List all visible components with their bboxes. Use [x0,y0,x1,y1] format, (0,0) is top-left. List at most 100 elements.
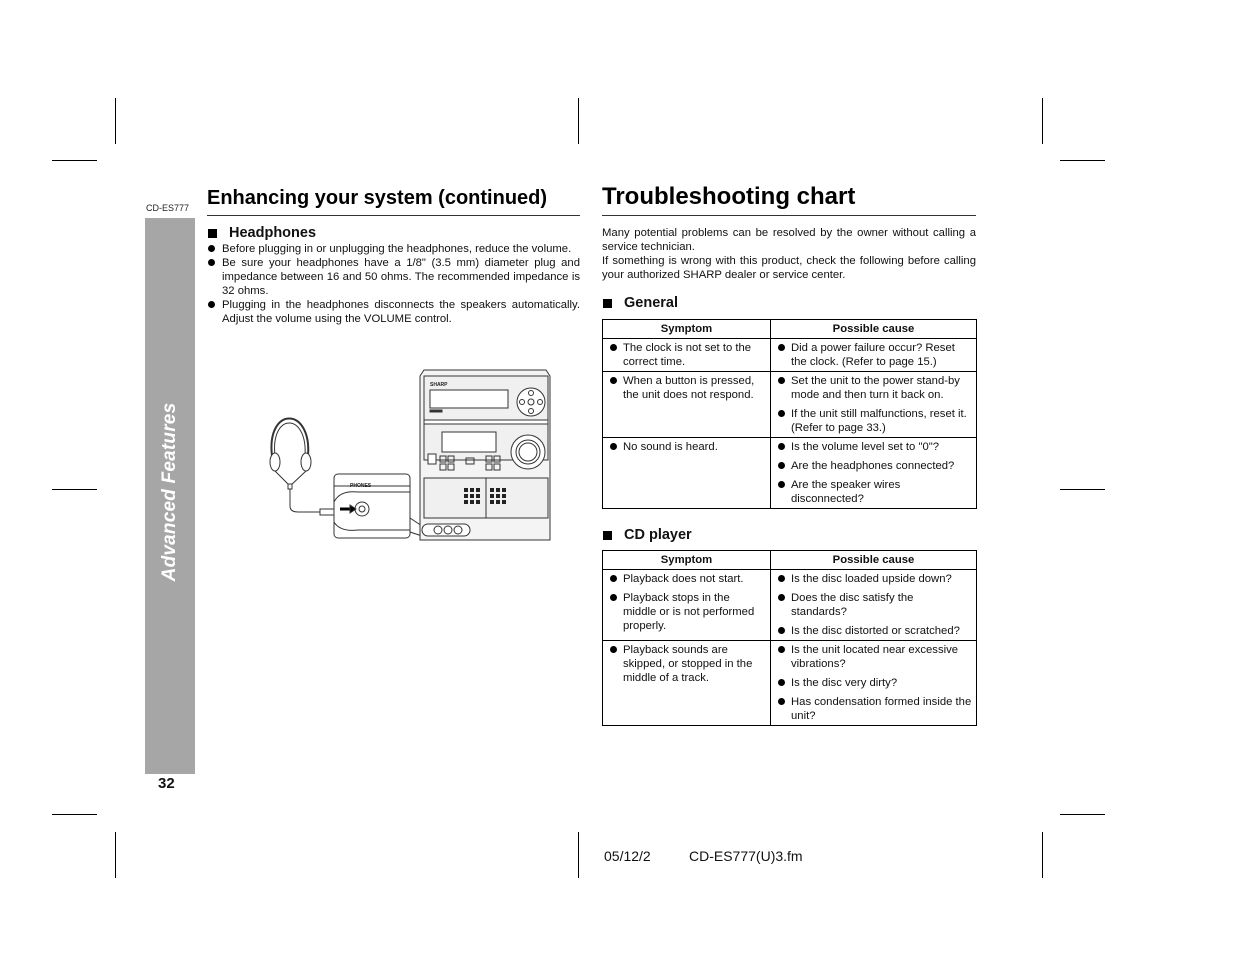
table-header-row: Symptom Possible cause [602,319,977,339]
item-text: Is the volume level set to "0"? [791,441,940,453]
column-header-cause: Possible cause [770,550,977,570]
bullet-icon [610,377,617,384]
crop-mark [115,98,116,144]
bullet-icon [610,594,617,601]
column-header-symptom: Symptom [602,550,771,570]
intro-text: Many potential problems can be resolved … [602,226,976,282]
bullet-icon [778,462,785,469]
square-bullet-icon [603,530,612,540]
cause-item: If the unit still malfunctions, reset it… [775,407,972,435]
left-page-title: Enhancing your system (continued) [207,187,548,209]
cd-player-table: Symptom Possible cause Playback does not s… [602,550,977,726]
bullet-icon [778,679,785,686]
square-bullet-icon [208,228,217,238]
cause-item: Is the disc very dirty? [775,676,972,690]
crop-mark [1060,814,1105,815]
symptom-item: Playback does not start. [607,572,766,586]
item-text: Does the disc satisfy the standards? [791,592,914,618]
bullet-icon [208,259,215,266]
cause-cell: Is the volume level set to "0"? Are the h… [770,437,977,509]
headphones-heading-text: Headphones [229,225,317,241]
symptom-cell: No sound is heard. [602,437,771,509]
intro-paragraph: Many potential problems can be resolved … [602,227,976,253]
table-row: The clock is not set to the correct time… [602,338,977,372]
symptom-cell: Playback does not start. Playback stops i… [602,569,771,641]
bullet-icon [778,575,785,582]
column-header-symptom: Symptom [602,319,771,339]
section-label: Advanced Features [159,402,180,582]
cause-item: Set the unit to the power stand-by mode … [775,374,972,402]
crop-mark [115,832,116,878]
bullet-icon [778,627,785,634]
general-heading-text: General [624,295,678,311]
crop-mark [1060,160,1105,161]
list-item: Before plugging in or unplugging the hea… [207,242,580,256]
phones-jack-panel [333,473,429,539]
general-table: Symptom Possible cause The clock is not se… [602,319,977,509]
symptom-item: Playback stops in the middle or is not p… [607,591,766,633]
bullet-icon [778,481,785,488]
crop-mark [52,814,97,815]
item-text: Playback sounds are skipped, or stopped … [623,644,753,684]
page-number: 32 [158,775,175,792]
crop-mark [52,160,97,161]
general-heading: General [603,295,678,311]
bullet-icon [610,344,617,351]
item-text: Set the unit to the power stand-by mode … [791,375,960,401]
stereo-unit [419,369,551,541]
headphones-heading: Headphones [208,225,316,241]
crop-mark [578,832,579,878]
square-bullet-icon [603,298,612,308]
symptom-item: When a button is pressed, the unit does … [607,374,766,402]
bullet-icon [610,443,617,450]
item-text: Is the unit located near excessive vibra… [791,644,959,670]
item-text: Playback stops in the middle or is not p… [623,592,755,632]
crop-mark [1060,489,1105,490]
bullet-icon [778,698,785,705]
cd-player-heading: CD player [603,527,692,543]
headphones-notes: Before plugging in or unplugging the hea… [207,242,580,326]
bullet-icon [778,646,785,653]
cause-item: Are the speaker wires disconnected? [775,478,972,506]
symptom-item: The clock is not set to the correct time… [607,341,766,369]
bullet-icon [778,377,785,384]
cause-cell: Did a power failure occur? Reset the clo… [770,338,977,372]
item-text: Has condensation formed inside the unit? [791,696,972,722]
model-tag: CD-ES777 [146,203,190,213]
phones-label: PHONES [350,483,372,489]
bullet-icon [778,410,785,417]
cause-cell: Is the unit located near excessive vibra… [770,640,977,726]
cause-item: Is the disc loaded upside down? [775,572,972,586]
item-text: Is the disc distorted or scratched? [791,625,960,637]
table-row: Playback does not start. Playback stops i… [602,569,977,641]
list-item-text: Before plugging in or unplugging the hea… [222,243,572,255]
headphones-connection-illustration: PHONES SHARP [269,369,551,541]
symptom-item: No sound is heard. [607,440,766,454]
table-header-row: Symptom Possible cause [602,550,977,570]
item-text: No sound is heard. [623,441,718,453]
bullet-icon [778,443,785,450]
cause-item: Is the unit located near excessive vibra… [775,643,972,671]
list-item: Be sure your headphones have a 1/8" (3.5… [207,256,580,298]
item-text: The clock is not set to the correct time… [623,342,752,368]
cause-item: Are the headphones connected? [775,459,972,473]
item-text: Playback does not start. [623,573,744,585]
bullet-icon [778,344,785,351]
table-row: No sound is heard. Is the volume level se… [602,437,977,509]
item-text: Is the disc loaded upside down? [791,573,952,585]
cause-item: Is the disc distorted or scratched? [775,624,972,638]
crop-mark [1042,98,1043,144]
list-item-text: Plugging in the headphones disconnects t… [222,299,580,325]
page-title: Troubleshooting chart [602,183,856,210]
item-text: Did a power failure occur? Reset the clo… [791,342,955,368]
column-header-cause: Possible cause [770,319,977,339]
list-item-text: Be sure your headphones have a 1/8" (3.5… [222,257,580,297]
bullet-icon [208,245,215,252]
cause-item: Did a power failure occur? Reset the clo… [775,341,972,369]
symptom-cell: The clock is not set to the correct time… [602,338,771,372]
intro-paragraph: If something is wrong with this product,… [602,255,976,281]
item-text: When a button is pressed, the unit does … [623,375,755,401]
table-row: When a button is pressed, the unit does … [602,371,977,438]
symptom-cell: When a button is pressed, the unit does … [602,371,771,438]
cause-item: Does the disc satisfy the standards? [775,591,972,619]
